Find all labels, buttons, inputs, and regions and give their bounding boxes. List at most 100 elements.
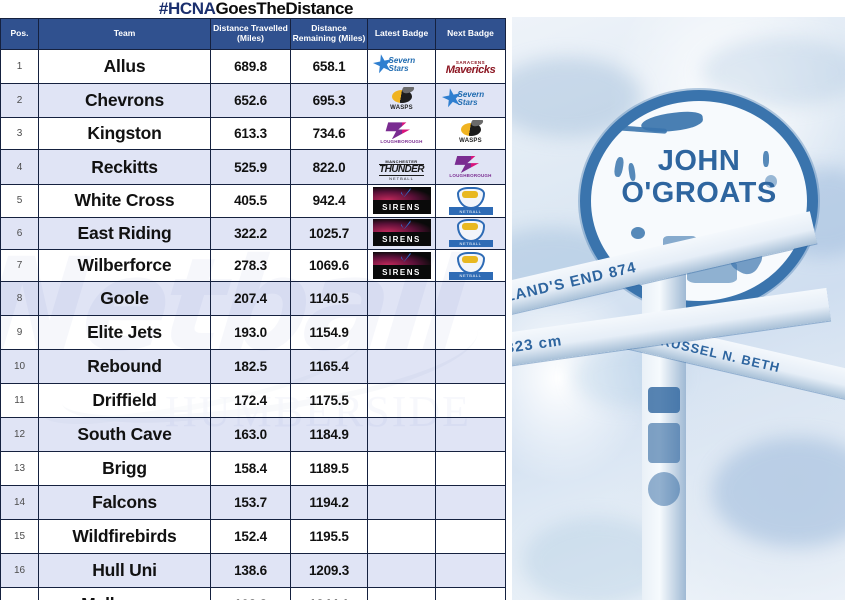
row-next-badge-cell: [435, 519, 506, 555]
row-team-name: Reckitts: [38, 149, 211, 186]
table-body: 1 Allus 689.8 658.1 Severn Stars SARACENS Maver…: [0, 49, 506, 600]
title-text: #HCNAGoesTheDistance: [159, 0, 354, 18]
row-next-badge-cell: [435, 553, 506, 589]
table-row[interactable]: 6 East Riding 322.2 1025.7 SIRENS NETBALL: [0, 216, 506, 250]
table-row[interactable]: 17Melbourne103.81244.1: [0, 587, 506, 600]
badge-label: LOUGHBOROUGH: [449, 173, 492, 179]
table-row[interactable]: 9 Elite Jets 193.0 1154.9: [0, 315, 506, 351]
table-row[interactable]: 2 Chevrons 652.6 695.3 WASPS Severn Stars: [0, 83, 506, 118]
table-row[interactable]: 13 Brigg 158.4 1189.5: [0, 451, 506, 487]
row-team-name: East Riding: [38, 216, 211, 250]
table-row[interactable]: 11 Driffield 172.4 1175.5: [0, 383, 506, 419]
row-position: 1: [0, 49, 39, 84]
row-team-name: Wildfirebirds: [38, 519, 211, 555]
badge-empty: [440, 486, 502, 514]
badge-empty: [440, 452, 502, 480]
row-latest-badge-cell: [367, 383, 436, 419]
column-header-distance-remaining[interactable]: Distance Remaining (Miles): [290, 18, 368, 50]
row-latest-badge-cell: [367, 349, 436, 385]
table-row[interactable]: 8 Goole 207.4 1140.5: [0, 281, 506, 317]
badge-label: LOUGHBOROUGH: [380, 139, 423, 145]
header-line-1: Distance: [311, 23, 347, 34]
row-position: 9: [0, 315, 39, 351]
row-position: 17: [0, 587, 39, 600]
badge-wasps-icon: WASPS: [371, 87, 433, 115]
row-team-name: Rebound: [38, 349, 211, 385]
row-latest-badge-cell: MANCHESTER THUNDER NETBALL: [367, 149, 436, 186]
row-distance-travelled: 103.8: [210, 587, 291, 600]
row-distance-remaining: 734.6: [290, 116, 368, 151]
badge-sirens-icon: SIRENS: [372, 186, 431, 214]
row-position: 7: [0, 248, 39, 283]
badge-empty: [440, 384, 502, 412]
lightning-bolt-icon: [385, 122, 410, 140]
lightning-bolt-icon: [454, 156, 479, 174]
badge-sirens-icon: SIRENS: [372, 219, 431, 247]
table-row[interactable]: 12 South Cave 163.0 1184.9: [0, 417, 506, 453]
row-team-name: White Cross: [38, 184, 211, 218]
row-team-name: Driffield: [38, 383, 211, 419]
title-remainder: GoesTheDistance: [215, 0, 354, 18]
badge-stars-icon: Severn Stars: [371, 50, 433, 78]
row-next-badge-cell: WASPS: [435, 116, 506, 151]
badge-rhinos-icon: NETBALL: [440, 251, 502, 280]
column-header-latest-badge[interactable]: Latest Badge: [367, 18, 436, 50]
badge-label: SARACENS Mavericks: [445, 60, 496, 77]
row-latest-badge-cell: [367, 315, 436, 351]
row-latest-badge-cell: [367, 485, 436, 521]
table-row[interactable]: 15 Wildfirebirds 152.4 1195.5: [0, 519, 506, 555]
row-next-badge-cell: SARACENS Mavericks: [435, 49, 506, 84]
row-latest-badge-cell: SIRENS: [367, 248, 436, 283]
badge-mavericks-icon: SARACENS Mavericks: [440, 54, 502, 82]
column-header-next-badge[interactable]: Next Badge: [435, 18, 506, 50]
badge-empty: [440, 554, 502, 582]
table-row[interactable]: 14 Falcons 153.7 1194.2: [0, 485, 506, 521]
row-latest-badge-cell: SIRENS: [367, 184, 436, 218]
table-row[interactable]: 16 Hull Uni 138.6 1209.3: [0, 553, 506, 589]
table-row[interactable]: 5 White Cross 405.5 942.4 SIRENS NETBALL: [0, 184, 506, 218]
row-next-badge-cell: [435, 349, 506, 385]
sign-speck: [631, 227, 645, 239]
row-distance-travelled: 182.5: [210, 349, 291, 385]
row-distance-travelled: 652.6: [210, 83, 291, 118]
row-distance-remaining: 1194.2: [290, 485, 368, 521]
row-next-badge-cell: [435, 451, 506, 487]
row-next-badge-cell: [435, 383, 506, 419]
table-row[interactable]: 10 Rebound 182.5 1165.4: [0, 349, 506, 385]
header-line-1: Distance Travelled: [213, 23, 288, 34]
row-team-name: Melbourne: [38, 587, 211, 600]
badge-empty: [371, 418, 433, 446]
row-latest-badge-cell: [367, 281, 436, 317]
row-distance-travelled: 172.4: [210, 383, 291, 419]
table-row[interactable]: 4 Reckitts 525.9 822.0 MANCHESTER THUNDER NETB…: [0, 149, 506, 186]
badge-lightning-icon: LOUGHBOROUGH: [371, 120, 433, 148]
table-row[interactable]: 7 Wilberforce 278.3 1069.6 SIRENS NETBALL: [0, 248, 506, 283]
table-row[interactable]: 3 Kingston 613.3 734.6 LOUGHBOROUGH WASPS: [0, 116, 506, 151]
badge-label: SIRENS: [382, 235, 421, 245]
header-line-2: Remaining (Miles): [292, 33, 366, 43]
row-team-name: Elite Jets: [38, 315, 211, 351]
row-distance-travelled: 278.3: [210, 248, 291, 283]
row-distance-travelled: 153.7: [210, 485, 291, 521]
row-distance-travelled: 613.3: [210, 116, 291, 151]
column-header-position[interactable]: Pos.: [0, 18, 39, 50]
row-next-badge-cell: LOUGHBOROUGH: [435, 149, 506, 186]
row-distance-travelled: 138.6: [210, 553, 291, 589]
row-latest-badge-cell: [367, 553, 436, 589]
badge-empty: [440, 316, 502, 344]
column-header-team[interactable]: Team: [38, 18, 211, 50]
badge-empty: [371, 520, 433, 548]
badge-empty: [440, 418, 502, 446]
row-position: 2: [0, 83, 39, 118]
table-row[interactable]: 1 Allus 689.8 658.1 Severn Stars SARACENS Maver…: [0, 49, 506, 84]
badge-wasps-icon: WASPS: [440, 120, 502, 148]
badge-empty: [440, 520, 502, 548]
row-distance-remaining: 1244.1: [290, 587, 368, 600]
badge-empty: [371, 486, 433, 514]
row-distance-travelled: 158.4: [210, 451, 291, 487]
row-distance-remaining: 1195.5: [290, 519, 368, 555]
badge-empty: [371, 350, 433, 378]
row-latest-badge-cell: WASPS: [367, 83, 436, 118]
sign-text-groats: O'GROATS: [621, 177, 777, 209]
column-header-distance-travelled[interactable]: Distance Travelled (Miles): [210, 18, 291, 50]
